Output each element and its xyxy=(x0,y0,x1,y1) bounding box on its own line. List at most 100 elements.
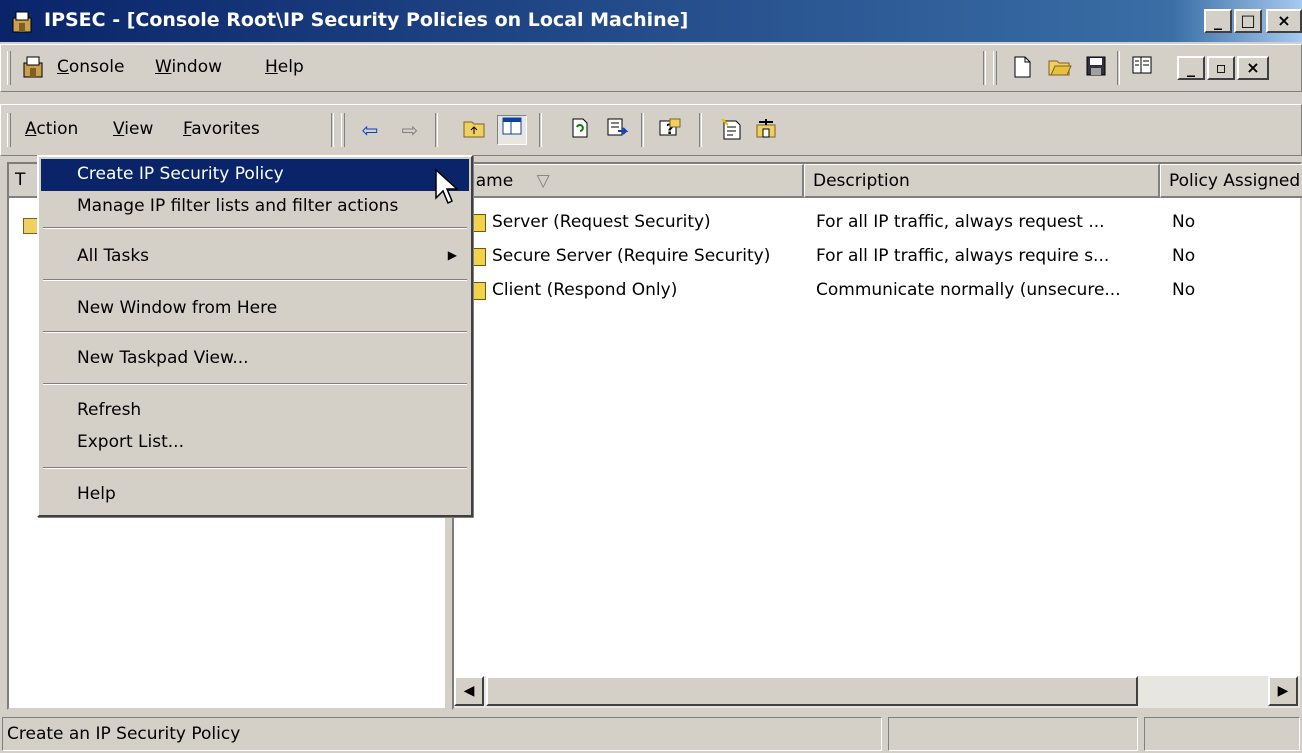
status-panel-3 xyxy=(1144,717,1300,751)
column-header-description[interactable]: Description xyxy=(804,164,1160,198)
export-list-icon[interactable] xyxy=(605,117,631,143)
app-icon[interactable] xyxy=(10,8,36,34)
toolbar-separator xyxy=(1117,51,1120,85)
menu-item-label: Create IP Security Policy xyxy=(77,164,284,184)
menu-favorites[interactable]: Favorites xyxy=(183,119,260,139)
help-icon[interactable]: ? xyxy=(657,117,683,143)
menu-item-export-list[interactable]: Export List... xyxy=(41,427,469,459)
menu-view[interactable]: View xyxy=(113,119,153,139)
show-hide-tree-icon[interactable] xyxy=(1129,55,1155,81)
toolbar-separator xyxy=(983,51,986,85)
menu-separator xyxy=(43,331,467,333)
save-icon[interactable] xyxy=(1083,55,1109,81)
policy-icon xyxy=(472,248,486,266)
menu-item-manage-ip-filter-lists[interactable]: Manage IP filter lists and filter action… xyxy=(41,191,469,223)
menu-separator xyxy=(43,383,467,385)
column-description-label: Description xyxy=(813,171,910,191)
mouse-pointer-icon xyxy=(434,168,459,211)
menu-action[interactable]: Action xyxy=(25,119,78,139)
menu-item-refresh[interactable]: Refresh xyxy=(41,395,469,427)
status-panel-2 xyxy=(888,717,1138,751)
menu-window-rest: indow xyxy=(171,57,223,77)
menu-item-new-taskpad-view[interactable]: New Taskpad View... xyxy=(41,343,469,375)
forward-arrow-icon[interactable]: ⇨ xyxy=(397,117,423,143)
console-icon[interactable] xyxy=(21,53,47,79)
scroll-right-button[interactable]: ▶ xyxy=(1268,676,1298,706)
sort-arrow-icon: ▽ xyxy=(536,171,550,191)
minimize-button[interactable]: _ xyxy=(1204,9,1232,33)
up-one-level-icon[interactable] xyxy=(461,117,487,143)
toolbar-grip xyxy=(993,51,997,85)
policy-name: Server (Request Security) xyxy=(492,212,711,232)
status-text: Create an IP Security Policy xyxy=(2,717,882,751)
menu-window[interactable]: Window xyxy=(155,57,222,77)
manage-filters-icon[interactable] xyxy=(753,117,779,143)
policy-description: For all IP traffic, always require s... xyxy=(816,246,1110,266)
menu-console-rest: onsole xyxy=(68,57,125,77)
column-header-name[interactable]: Name ▽ xyxy=(454,164,804,198)
menu-separator xyxy=(43,467,467,469)
menu-item-label: New Window from Here xyxy=(77,298,278,318)
toolbar-separator xyxy=(699,113,702,147)
refresh-icon[interactable] xyxy=(567,117,593,143)
maximize-button[interactable]: □ xyxy=(1234,9,1262,33)
column-header-policy-assigned[interactable]: Policy Assigned xyxy=(1160,164,1302,198)
back-arrow-icon[interactable]: ⇦ xyxy=(357,117,383,143)
scroll-thumb[interactable] xyxy=(486,676,1138,706)
menu-item-new-window-from-here[interactable]: New Window from Here xyxy=(41,293,469,325)
column-assigned-label: Policy Assigned xyxy=(1169,171,1301,191)
create-policy-icon[interactable] xyxy=(719,117,745,143)
menu-item-all-tasks[interactable]: All Tasks ▶ xyxy=(41,241,469,273)
table-row[interactable]: Server (Request Security) For all IP tra… xyxy=(454,206,1300,240)
toolbar-grip xyxy=(7,113,11,147)
policy-name: Client (Respond Only) xyxy=(492,280,678,300)
menu-console[interactable]: Console xyxy=(57,57,125,77)
menu-help-rest: elp xyxy=(277,57,304,77)
title-bar: IPSEC - [Console Root\IP Security Polici… xyxy=(0,0,1302,42)
policy-assigned: No xyxy=(1172,280,1196,300)
menu-favorites-rest: avorites xyxy=(191,119,260,139)
table-row[interactable]: Client (Respond Only) Communicate normal… xyxy=(454,274,1300,308)
open-folder-icon[interactable] xyxy=(1047,55,1073,81)
status-bar: Create an IP Security Policy xyxy=(0,715,1302,753)
tree-header-label: T xyxy=(15,170,26,190)
menu-item-label: All Tasks xyxy=(77,246,150,266)
child-minimize-button[interactable]: _ xyxy=(1177,56,1205,80)
action-context-menu: Create IP Security Policy Manage IP filt… xyxy=(37,155,473,517)
toolbar-grip xyxy=(7,51,11,85)
scroll-left-button[interactable]: ◀ xyxy=(454,676,484,706)
policy-name: Secure Server (Require Security) xyxy=(492,246,771,266)
menu-action-rest: ction xyxy=(36,119,79,139)
result-list-pane[interactable]: Name ▽ Description Policy Assigned Serve… xyxy=(452,162,1302,710)
menu-item-label: New Taskpad View... xyxy=(77,348,249,368)
policy-icon xyxy=(472,214,486,232)
menu-separator xyxy=(43,227,467,229)
child-restore-button[interactable]: ▫ xyxy=(1207,56,1235,80)
menu-item-create-ip-security-policy[interactable]: Create IP Security Policy xyxy=(41,159,469,191)
menu-view-rest: iew xyxy=(124,119,154,139)
submenu-arrow-icon: ▶ xyxy=(447,248,457,262)
policy-assigned: No xyxy=(1172,246,1196,266)
toolbar-separator xyxy=(641,113,644,147)
toolbar-separator xyxy=(539,113,542,147)
policy-description: For all IP traffic, always request ... xyxy=(816,212,1105,232)
menu-item-label: Export List... xyxy=(77,432,184,452)
policy-icon xyxy=(472,282,486,300)
menu-item-help[interactable]: Help xyxy=(41,479,469,511)
close-button[interactable]: × xyxy=(1266,9,1302,33)
menu-separator xyxy=(43,279,467,281)
policy-assigned: No xyxy=(1172,212,1196,232)
action-toolbar: Action View Favorites ⇦ ⇨ ? xyxy=(0,104,1302,156)
policy-description: Communicate normally (unsecure... xyxy=(816,280,1121,300)
menu-item-label: Help xyxy=(77,484,116,504)
toolbar-separator xyxy=(331,113,334,147)
show-hide-console-tree-icon[interactable] xyxy=(497,115,527,145)
child-close-button[interactable]: × xyxy=(1237,56,1269,80)
toolbar-grip xyxy=(341,113,345,147)
table-row[interactable]: Secure Server (Require Security) For all… xyxy=(454,240,1300,274)
horizontal-scrollbar[interactable]: ◀ ▶ xyxy=(454,676,1300,708)
toolbar-separator xyxy=(435,113,438,147)
new-document-icon[interactable] xyxy=(1009,55,1035,81)
menu-help[interactable]: Help xyxy=(265,57,304,77)
menu-item-label: Manage IP filter lists and filter action… xyxy=(77,196,399,216)
